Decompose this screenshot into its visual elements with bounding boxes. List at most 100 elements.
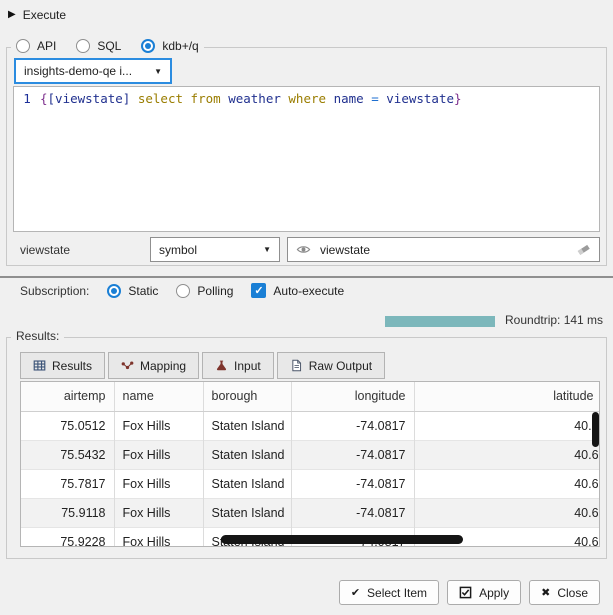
close-label: Close <box>557 586 588 600</box>
table-cell[interactable]: Fox Hills <box>114 440 203 469</box>
radio-static-label: Static <box>128 284 158 298</box>
table-cell[interactable]: Staten Island <box>203 411 291 440</box>
tab-mapping[interactable]: Mapping <box>108 352 199 379</box>
tab-results-label: Results <box>52 359 92 373</box>
table-cell[interactable]: 40.61 <box>414 469 600 498</box>
auto-execute-checkbox-item[interactable]: ✓ Auto-execute <box>251 283 344 298</box>
eraser-icon[interactable] <box>576 242 591 257</box>
table-cell[interactable]: -74.0817 <box>291 469 414 498</box>
select-item-label: Select Item <box>367 586 427 600</box>
table-row[interactable]: 75.7817Fox HillsStaten Island-74.081740.… <box>21 469 600 498</box>
apply-button[interactable]: Apply <box>447 580 521 605</box>
table-cell[interactable]: Fox Hills <box>114 411 203 440</box>
column-header[interactable]: airtemp <box>21 382 114 411</box>
table-cell[interactable]: 40.61 <box>414 440 600 469</box>
table-cell[interactable]: 75.9228 <box>21 527 114 547</box>
table-header-row: airtempnameboroughlongitudelatitude <box>21 382 600 411</box>
check-icon: ✓ <box>254 284 263 297</box>
auto-execute-label: Auto-execute <box>273 284 344 298</box>
select-item-button[interactable]: ✔ Select Item <box>339 580 439 605</box>
column-header[interactable]: borough <box>203 382 291 411</box>
table-cell[interactable]: Staten Island <box>203 469 291 498</box>
roundtrip-text: Roundtrip: 141 ms <box>505 313 603 327</box>
radio-static-circle[interactable] <box>107 284 121 298</box>
tab-input[interactable]: Input <box>202 352 274 379</box>
execute-section-header[interactable]: ▶ Execute <box>8 8 66 22</box>
code-line-tokens: {[viewstate] select from weather where n… <box>40 91 462 106</box>
close-button[interactable]: ✖ Close <box>529 580 600 605</box>
table-cell[interactable]: Fox Hills <box>114 469 203 498</box>
tab-input-label: Input <box>234 359 261 373</box>
parameter-type-dropdown[interactable]: symbol ▼ <box>150 237 280 262</box>
auto-execute-checkbox[interactable]: ✓ <box>251 283 266 298</box>
chevron-down-icon: ▼ <box>263 245 271 254</box>
collapse-triangle-icon[interactable]: ▶ <box>8 10 16 20</box>
radio-polling[interactable]: Polling <box>176 284 233 298</box>
table-icon <box>33 359 46 372</box>
table-cell[interactable]: 75.0512 <box>21 411 114 440</box>
table-row[interactable]: 75.9118Fox HillsStaten Island-74.081740.… <box>21 498 600 527</box>
document-icon <box>290 359 303 372</box>
radio-kdbq-circle[interactable] <box>141 39 155 53</box>
radio-kdbq[interactable]: kdb+/q <box>141 39 198 53</box>
radio-api[interactable]: API <box>16 39 56 53</box>
flask-icon <box>215 359 228 372</box>
footer-buttons: ✔ Select Item Apply ✖ Close <box>339 580 600 605</box>
table-cell[interactable]: 75.9118 <box>21 498 114 527</box>
subscription-label: Subscription: <box>20 284 89 298</box>
query-dialog: ▶ Execute API SQL kdb+/q insights-demo-q… <box>0 0 613 615</box>
apply-label: Apply <box>479 586 509 600</box>
table-cell[interactable]: 40.61 <box>414 411 600 440</box>
table-cell[interactable]: -74.0817 <box>291 411 414 440</box>
radio-sql-label: SQL <box>97 39 121 53</box>
table-row[interactable]: 75.0512Fox HillsStaten Island-74.081740.… <box>21 411 600 440</box>
checkbox-check-icon <box>459 586 472 599</box>
radio-api-circle[interactable] <box>16 39 30 53</box>
radio-polling-circle[interactable] <box>176 284 190 298</box>
tab-results[interactable]: Results <box>20 352 105 379</box>
results-groupbox-legend: Results: <box>11 329 64 343</box>
splitter-handle[interactable] <box>0 276 613 278</box>
radio-api-label: API <box>37 39 56 53</box>
radio-sql-circle[interactable] <box>76 39 90 53</box>
code-editor[interactable]: 1 {[viewstate] select from weather where… <box>13 86 600 232</box>
radio-polling-label: Polling <box>197 284 233 298</box>
table-cell[interactable]: Fox Hills <box>114 527 203 547</box>
parameter-value-input[interactable]: viewstate <box>287 237 600 262</box>
radio-static[interactable]: Static <box>107 284 158 298</box>
results-tabs: Results Mapping Input <box>20 352 385 379</box>
execute-label: Execute <box>23 8 66 22</box>
table-cell[interactable]: -74.0817 <box>291 440 414 469</box>
horizontal-scrollbar-thumb[interactable] <box>221 535 463 544</box>
line-number: 1 <box>14 91 40 106</box>
radio-sql[interactable]: SQL <box>76 39 121 53</box>
table-row[interactable]: 75.5432Fox HillsStaten Island-74.081740.… <box>21 440 600 469</box>
parameter-type-value: symbol <box>159 243 197 257</box>
table-cell[interactable]: Fox Hills <box>114 498 203 527</box>
tab-raw-output-label: Raw Output <box>309 359 372 373</box>
parameter-name-label: viewstate <box>20 243 70 257</box>
tab-raw-output[interactable]: Raw Output <box>277 352 385 379</box>
table-cell[interactable]: 75.7817 <box>21 469 114 498</box>
vertical-scrollbar-thumb[interactable] <box>592 412 599 447</box>
table-cell[interactable]: -74.0817 <box>291 498 414 527</box>
close-icon: ✖ <box>541 586 550 599</box>
table-cell[interactable]: Staten Island <box>203 498 291 527</box>
results-table: airtempnameboroughlongitudelatitude 75.0… <box>21 382 600 547</box>
results-group-label: Results: <box>16 329 59 343</box>
column-header[interactable]: name <box>114 382 203 411</box>
eye-icon <box>296 242 311 257</box>
table-cell[interactable]: 75.5432 <box>21 440 114 469</box>
column-header[interactable]: latitude <box>414 382 600 411</box>
connection-dropdown-value: insights-demo-qe i... <box>24 64 132 78</box>
code-line: 1 {[viewstate] select from weather where… <box>14 87 599 106</box>
column-header[interactable]: longitude <box>291 382 414 411</box>
check-icon: ✔ <box>351 586 360 599</box>
table-body: 75.0512Fox HillsStaten Island-74.081740.… <box>21 411 600 547</box>
table-cell[interactable]: 40.61 <box>414 498 600 527</box>
connection-dropdown[interactable]: insights-demo-qe i... ▼ <box>14 58 172 84</box>
table-cell[interactable]: Staten Island <box>203 440 291 469</box>
query-mode-radios: API SQL kdb+/q <box>11 39 204 53</box>
parameter-value-text: viewstate <box>320 243 370 257</box>
tab-mapping-label: Mapping <box>140 359 186 373</box>
